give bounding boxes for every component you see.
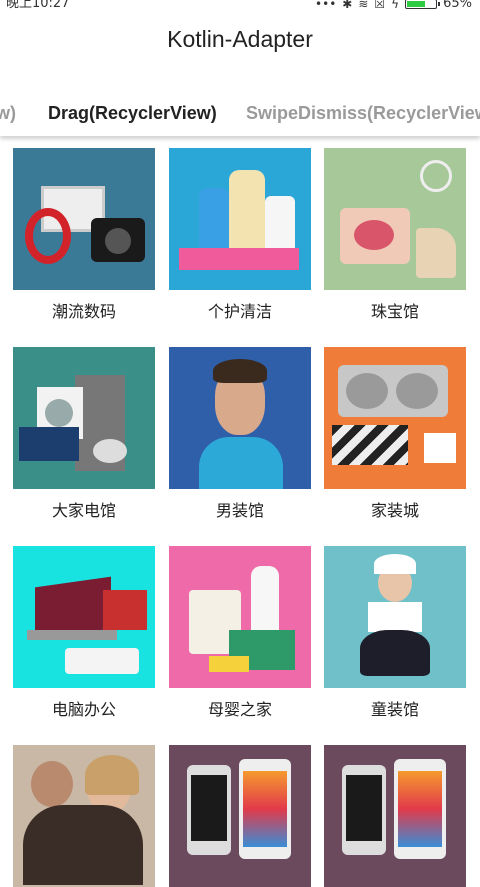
grid-item[interactable]: 母婴之家	[169, 546, 311, 719]
image-shape	[346, 775, 382, 841]
image-shape	[25, 208, 71, 264]
tab-strip: w) Drag(RecyclerView) SwipeDismiss(Recyc…	[0, 90, 480, 136]
image-shape	[23, 805, 143, 885]
charging-icon: ϟ	[391, 0, 400, 11]
image-shape	[65, 648, 139, 674]
grid-item[interactable]	[13, 745, 155, 887]
grid-item-label: 电脑办公	[51, 700, 116, 719]
handbag-heels-image	[324, 148, 466, 290]
grid-item[interactable]: 男装馆	[169, 347, 311, 520]
image-shape	[374, 554, 416, 574]
image-shape	[368, 602, 422, 632]
image-shape	[45, 399, 73, 427]
image-shape	[243, 771, 287, 847]
bluetooth-icon: ✱	[342, 0, 353, 11]
shampoo-bottles-image	[169, 148, 311, 290]
tab-swipedismiss-recyclerview[interactable]: SwipeDismiss(RecyclerView	[246, 103, 480, 124]
image-shape	[360, 630, 430, 676]
image-shape	[424, 433, 456, 463]
image-shape	[396, 373, 438, 409]
battery-icon	[405, 0, 441, 9]
grid-item-label: 家装城	[370, 501, 419, 520]
dots-icon: •••	[315, 0, 337, 11]
app-title: Kotlin-Adapter	[167, 26, 313, 52]
baby-formula-image	[169, 546, 311, 688]
grid-item-label: 母婴之家	[207, 700, 272, 719]
image-shape	[85, 755, 139, 795]
girl-dress-image	[324, 546, 466, 688]
status-time: 晚上10:27	[6, 0, 70, 11]
grid-item-label: 童装馆	[370, 700, 419, 719]
grid-item[interactable]: 个护清洁	[169, 148, 311, 321]
grid-item[interactable]: 潮流数码	[13, 148, 155, 321]
image-shape	[332, 425, 408, 465]
image-shape	[31, 761, 73, 807]
grid-item[interactable]: 童装馆	[324, 546, 466, 719]
grid-item[interactable]	[169, 745, 311, 887]
couple-image	[13, 745, 155, 887]
grid-item-label: 潮流数码	[51, 302, 116, 321]
image-shape	[416, 228, 456, 278]
grid-item-label: 男装馆	[215, 501, 264, 520]
image-shape	[199, 437, 283, 489]
grid-item[interactable]: 大家电馆	[13, 347, 155, 520]
wifi-icon: ≋	[358, 0, 369, 11]
image-shape	[346, 373, 388, 409]
image-shape	[191, 775, 227, 841]
status-icons: ••• ✱ ≋ ☒ ϟ 65%	[315, 0, 472, 10]
grid-item-label: 大家电馆	[51, 501, 116, 520]
headphones-camera-tablet-image	[13, 148, 155, 290]
battery-percent: 65%	[443, 0, 472, 11]
grid-item[interactable]	[324, 745, 466, 887]
grid-item[interactable]: 电脑办公	[13, 546, 155, 719]
smartphones-image	[324, 745, 466, 887]
smartphones-image	[169, 745, 311, 887]
image-shape	[103, 590, 147, 630]
image-shape	[179, 248, 299, 270]
kitchen-sink-image	[324, 347, 466, 489]
image-shape	[27, 630, 117, 640]
image-shape	[354, 220, 394, 250]
grid-item[interactable]: 家装城	[324, 347, 466, 520]
image-shape	[213, 359, 267, 383]
man-sweater-image	[169, 347, 311, 489]
grid-item-label: 珠宝馆	[370, 302, 419, 321]
image-shape	[105, 228, 131, 254]
laptop-projector-image	[13, 546, 155, 688]
tab-drag-recyclerview[interactable]: Drag(RecyclerView)	[48, 103, 217, 124]
tab-previous[interactable]: w)	[0, 103, 16, 124]
washer-fridge-image	[13, 347, 155, 489]
image-shape	[19, 427, 79, 461]
image-shape	[93, 439, 127, 463]
image-shape	[209, 656, 249, 672]
sim-icon: ☒	[374, 0, 386, 11]
image-shape	[398, 771, 442, 847]
status-bar: 晚上10:27 ••• ✱ ≋ ☒ ϟ 65%	[0, 0, 480, 14]
grid-item[interactable]: 珠宝馆	[324, 148, 466, 321]
image-shape	[420, 160, 452, 192]
grid-item-label: 个护清洁	[207, 302, 272, 321]
